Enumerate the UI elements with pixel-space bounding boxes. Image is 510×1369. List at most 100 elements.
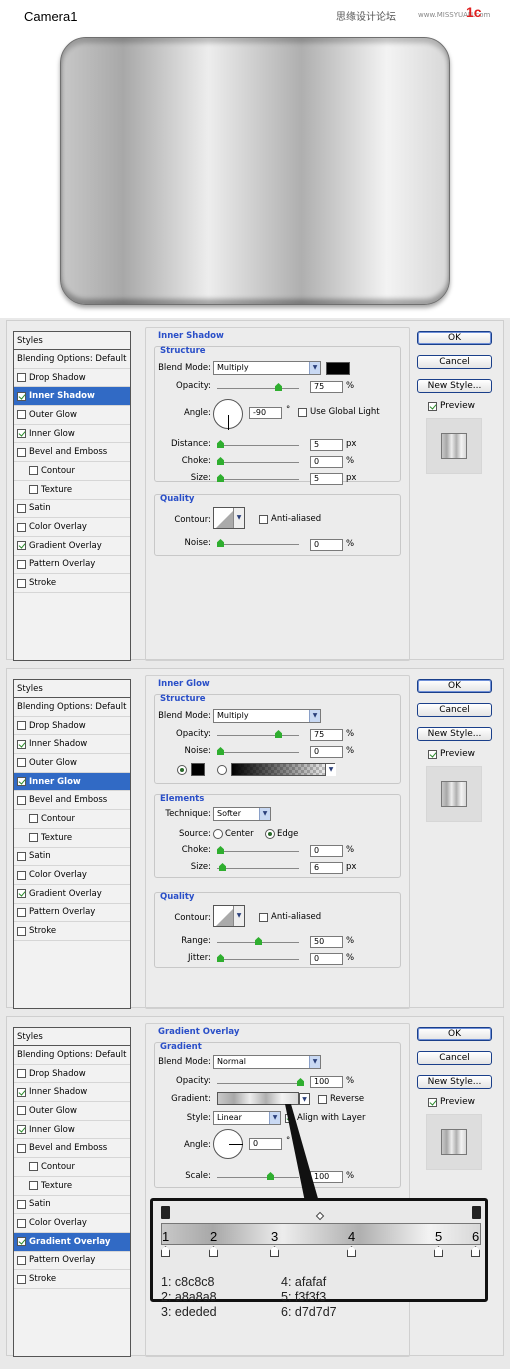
angle-dial[interactable] xyxy=(213,1129,243,1159)
distance-input[interactable]: 5 xyxy=(310,439,343,451)
style-checkbox[interactable] xyxy=(17,739,26,749)
style-checkbox[interactable] xyxy=(17,1274,26,1284)
preview-option[interactable]: Preview xyxy=(428,749,475,759)
reverse-checkbox[interactable] xyxy=(318,1094,327,1104)
angle-input[interactable]: -90 xyxy=(249,407,282,419)
sidebar-item-outer-glow[interactable]: Outer Glow xyxy=(14,1102,130,1121)
style-checkbox[interactable] xyxy=(17,926,26,936)
sidebar-item-pattern-overlay[interactable]: Pattern Overlay xyxy=(14,1252,130,1271)
opacity-input[interactable]: 75 xyxy=(310,381,343,393)
style-checkbox[interactable] xyxy=(29,1181,38,1191)
sidebar-item-blending-options-default[interactable]: Blending Options: Default xyxy=(14,350,130,369)
source-center-radio[interactable] xyxy=(213,829,223,839)
style-checkbox[interactable] xyxy=(17,391,26,401)
opacity-slider[interactable] xyxy=(217,730,299,738)
style-checkbox[interactable] xyxy=(17,777,26,787)
sidebar-item-gradient-overlay[interactable]: Gradient Overlay xyxy=(14,537,130,556)
new-style-button[interactable]: New Style... xyxy=(417,379,492,393)
styles-header[interactable]: Styles xyxy=(14,680,130,698)
style-checkbox[interactable] xyxy=(17,1143,26,1153)
style-checkbox[interactable] xyxy=(29,466,38,476)
sidebar-item-pattern-overlay[interactable]: Pattern Overlay xyxy=(14,904,130,923)
color-stop-marker[interactable] xyxy=(161,1246,170,1257)
sidebar-item-bevel-and-emboss[interactable]: Bevel and Emboss xyxy=(14,791,130,811)
sidebar-item-texture[interactable]: Texture xyxy=(14,481,130,500)
slider-thumb[interactable] xyxy=(217,846,224,854)
style-checkbox[interactable] xyxy=(17,1199,26,1209)
slider-thumb[interactable] xyxy=(297,1078,304,1086)
range-slider[interactable] xyxy=(217,937,299,945)
sidebar-item-contour[interactable]: Contour xyxy=(14,462,130,481)
sidebar-item-blending-options-default[interactable]: Blending Options: Default xyxy=(14,698,130,717)
styles-header[interactable]: Styles xyxy=(14,332,130,350)
noise-input[interactable]: 0 xyxy=(310,539,343,551)
blend-mode-select[interactable]: Multiply ▼ xyxy=(213,361,321,375)
distance-slider[interactable] xyxy=(217,440,299,448)
sidebar-item-drop-shadow[interactable]: Drop Shadow xyxy=(14,717,130,736)
blend-mode-select[interactable]: Normal ▼ xyxy=(213,1055,321,1069)
style-checkbox[interactable] xyxy=(17,1069,26,1079)
new-style-button[interactable]: New Style... xyxy=(417,1075,492,1089)
noise-slider[interactable] xyxy=(217,539,299,547)
slider-thumb[interactable] xyxy=(217,440,224,448)
jitter-slider[interactable] xyxy=(217,954,299,962)
sidebar-item-contour[interactable]: Contour xyxy=(14,810,130,829)
style-checkbox[interactable] xyxy=(29,1162,38,1172)
style-checkbox[interactable] xyxy=(17,1218,26,1228)
contour-picker[interactable]: ▼ xyxy=(213,905,245,927)
ok-button[interactable]: OK xyxy=(417,679,492,693)
shadow-color-swatch[interactable] xyxy=(326,362,350,375)
sidebar-item-gradient-overlay[interactable]: Gradient Overlay xyxy=(14,1232,130,1252)
slider-thumb[interactable] xyxy=(217,539,224,547)
blend-mode-select[interactable]: Multiply ▼ xyxy=(213,709,321,723)
preview-checkbox[interactable] xyxy=(428,749,437,759)
style-checkbox[interactable] xyxy=(17,541,26,551)
color-stop-marker[interactable] xyxy=(434,1246,443,1257)
sidebar-item-satin[interactable]: Satin xyxy=(14,848,130,867)
sidebar-item-inner-shadow[interactable]: Inner Shadow xyxy=(14,387,130,407)
sidebar-item-inner-shadow[interactable]: Inner Shadow xyxy=(14,735,130,755)
contour-picker[interactable]: ▼ xyxy=(213,507,245,529)
slider-thumb[interactable] xyxy=(255,937,262,945)
new-style-button[interactable]: New Style... xyxy=(417,727,492,741)
style-checkbox[interactable] xyxy=(17,447,26,457)
slider-thumb[interactable] xyxy=(217,954,224,962)
sidebar-item-satin[interactable]: Satin xyxy=(14,500,130,519)
size-input[interactable]: 5 xyxy=(310,473,343,485)
style-checkbox[interactable] xyxy=(17,503,26,513)
sidebar-item-inner-glow[interactable]: Inner Glow xyxy=(14,425,130,444)
sidebar-item-color-overlay[interactable]: Color Overlay xyxy=(14,866,130,885)
sidebar-item-texture[interactable]: Texture xyxy=(14,1177,130,1196)
anti-aliased-checkbox[interactable] xyxy=(259,912,268,922)
midpoint-diamond-icon[interactable] xyxy=(315,1211,325,1221)
sidebar-item-outer-glow[interactable]: Outer Glow xyxy=(14,754,130,773)
preview-checkbox[interactable] xyxy=(428,401,437,411)
preview-option[interactable]: Preview xyxy=(428,1097,475,1107)
color-stop-marker[interactable] xyxy=(471,1246,480,1257)
sidebar-item-stroke[interactable]: Stroke xyxy=(14,574,130,593)
sidebar-item-drop-shadow[interactable]: Drop Shadow xyxy=(14,369,130,388)
sidebar-item-satin[interactable]: Satin xyxy=(14,1196,130,1215)
style-checkbox[interactable] xyxy=(17,721,26,731)
gradient-radio[interactable] xyxy=(217,765,227,775)
slider-thumb[interactable] xyxy=(217,457,224,465)
style-checkbox[interactable] xyxy=(17,373,26,383)
style-checkbox[interactable] xyxy=(17,410,26,420)
color-stop-marker[interactable] xyxy=(209,1246,218,1257)
slider-thumb[interactable] xyxy=(267,1172,274,1180)
preview-option[interactable]: Preview xyxy=(428,401,475,411)
angle-dial[interactable] xyxy=(213,399,243,430)
sidebar-item-bevel-and-emboss[interactable]: Bevel and Emboss xyxy=(14,1139,130,1159)
technique-select[interactable]: Softer ▼ xyxy=(213,807,271,821)
style-checkbox[interactable] xyxy=(29,833,38,843)
size-slider[interactable] xyxy=(217,474,299,482)
style-checkbox[interactable] xyxy=(17,1125,26,1135)
style-checkbox[interactable] xyxy=(17,851,26,861)
sidebar-item-inner-shadow[interactable]: Inner Shadow xyxy=(14,1083,130,1103)
style-checkbox[interactable] xyxy=(17,907,26,917)
opacity-slider[interactable] xyxy=(217,1078,304,1086)
style-checkbox[interactable] xyxy=(17,758,26,768)
glow-color-swatch[interactable] xyxy=(191,763,205,776)
styles-header[interactable]: Styles xyxy=(14,1028,130,1046)
style-checkbox[interactable] xyxy=(17,522,26,532)
